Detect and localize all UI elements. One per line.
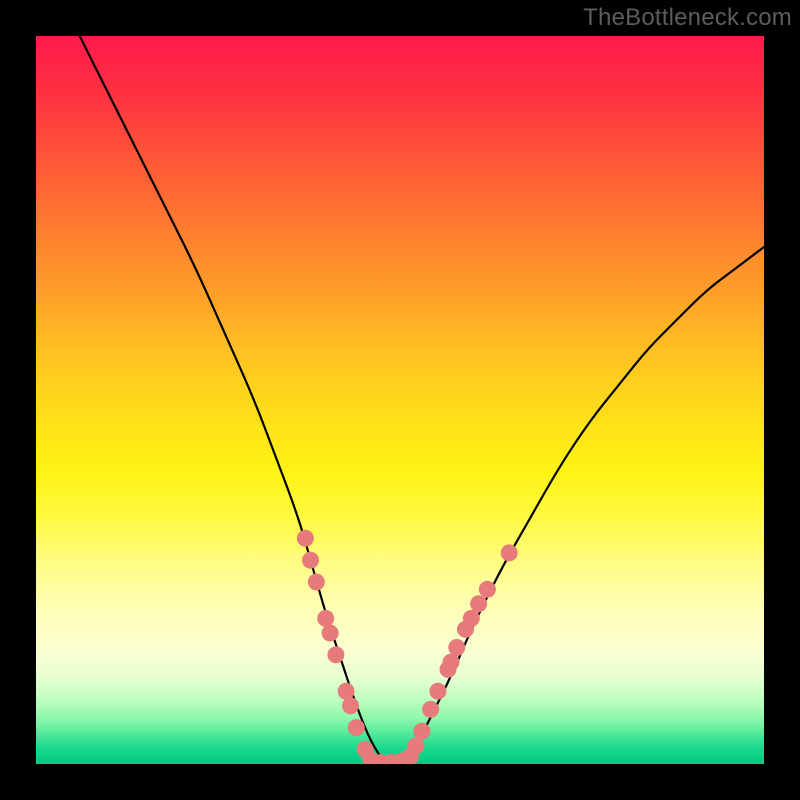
data-dot <box>308 574 325 591</box>
plot-area <box>36 36 764 764</box>
data-dot <box>317 610 334 627</box>
data-dot <box>302 552 319 569</box>
data-dot <box>448 639 465 656</box>
data-dot <box>408 737 425 754</box>
curve-layer <box>36 36 764 764</box>
data-dot <box>443 654 460 671</box>
data-dot <box>479 581 496 598</box>
data-dot <box>322 625 339 642</box>
data-dot <box>470 595 487 612</box>
bottleneck-curve <box>80 36 764 764</box>
data-dot <box>422 701 439 718</box>
data-dot <box>463 610 480 627</box>
data-dot <box>348 719 365 736</box>
data-dot <box>338 683 355 700</box>
data-dot <box>501 544 518 561</box>
data-dot <box>297 530 314 547</box>
data-dot <box>342 697 359 714</box>
watermark-text: TheBottleneck.com <box>583 4 792 32</box>
data-dot <box>413 723 430 740</box>
data-dots-group <box>297 530 518 764</box>
data-dot <box>327 646 344 663</box>
chart-frame: TheBottleneck.com <box>0 0 800 800</box>
data-dot <box>429 683 446 700</box>
